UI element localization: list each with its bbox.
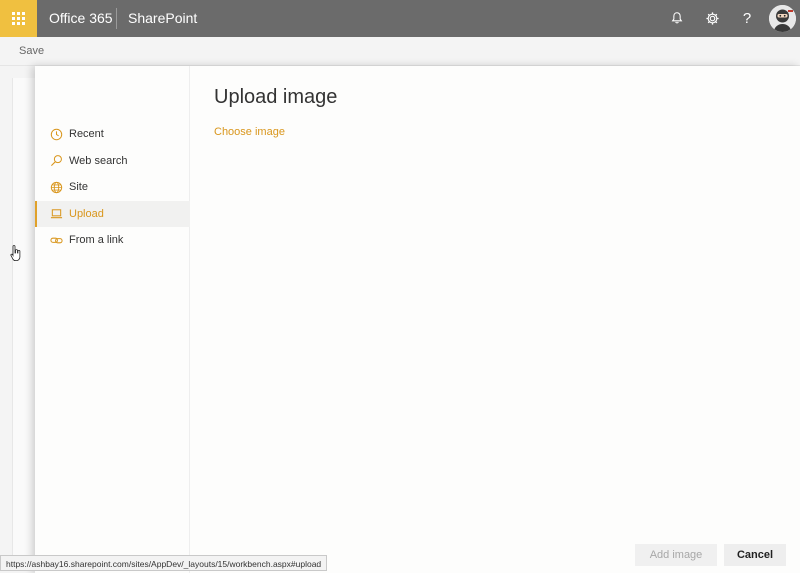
nav-item-label: From a link bbox=[69, 234, 124, 247]
nav-item-label: Site bbox=[69, 181, 88, 194]
gear-icon bbox=[705, 11, 719, 25]
sharepoint-link[interactable]: SharePoint bbox=[128, 0, 197, 37]
source-nav-list: Recent Web search Site Upload From a lin… bbox=[35, 121, 190, 254]
settings-button[interactable] bbox=[700, 6, 724, 30]
help-button[interactable]: ? bbox=[735, 6, 759, 30]
add-image-button[interactable]: Add image bbox=[635, 544, 717, 566]
app-launcher-icon bbox=[12, 12, 25, 25]
nav-item-from-a-link[interactable]: From a link bbox=[35, 227, 190, 254]
cancel-button[interactable]: Cancel bbox=[724, 544, 786, 566]
clock-icon bbox=[49, 127, 63, 141]
notifications-button[interactable] bbox=[665, 6, 689, 30]
nav-item-label: Recent bbox=[69, 128, 104, 141]
image-picker-panel: Recent Web search Site Upload From a lin… bbox=[35, 66, 800, 573]
background-canvas bbox=[12, 78, 36, 558]
link-icon bbox=[49, 233, 63, 247]
nav-item-web-search[interactable]: Web search bbox=[35, 148, 190, 175]
save-button[interactable]: Save bbox=[19, 45, 44, 57]
office-365-link[interactable]: Office 365 bbox=[49, 0, 113, 37]
nav-item-upload[interactable]: Upload bbox=[35, 200, 190, 227]
nav-item-site[interactable]: Site bbox=[35, 174, 190, 201]
avatar-image bbox=[769, 5, 796, 32]
bell-icon bbox=[671, 12, 683, 24]
status-bar-url: https://ashbay16.sharepoint.com/sites/Ap… bbox=[0, 555, 328, 571]
hand-cursor-icon bbox=[10, 245, 21, 261]
globe-icon bbox=[49, 180, 63, 194]
nav-item-label: Upload bbox=[69, 207, 104, 220]
laptop-icon bbox=[49, 207, 63, 221]
panel-title: Upload image bbox=[214, 86, 338, 108]
suite-bar: Office 365 SharePoint ? bbox=[0, 0, 800, 37]
command-bar: Save bbox=[0, 37, 800, 66]
app-launcher-button[interactable] bbox=[0, 0, 37, 37]
help-icon: ? bbox=[742, 9, 752, 27]
choose-image-link[interactable]: Choose image bbox=[214, 126, 285, 138]
brand-divider bbox=[116, 8, 117, 29]
source-nav: Recent Web search Site Upload From a lin… bbox=[35, 66, 190, 573]
nav-item-label: Web search bbox=[69, 154, 128, 167]
search-icon bbox=[49, 154, 63, 168]
nav-item-recent[interactable]: Recent bbox=[35, 121, 190, 148]
upload-content: Upload image Choose image Add image Canc… bbox=[190, 66, 800, 573]
avatar[interactable] bbox=[769, 5, 796, 32]
